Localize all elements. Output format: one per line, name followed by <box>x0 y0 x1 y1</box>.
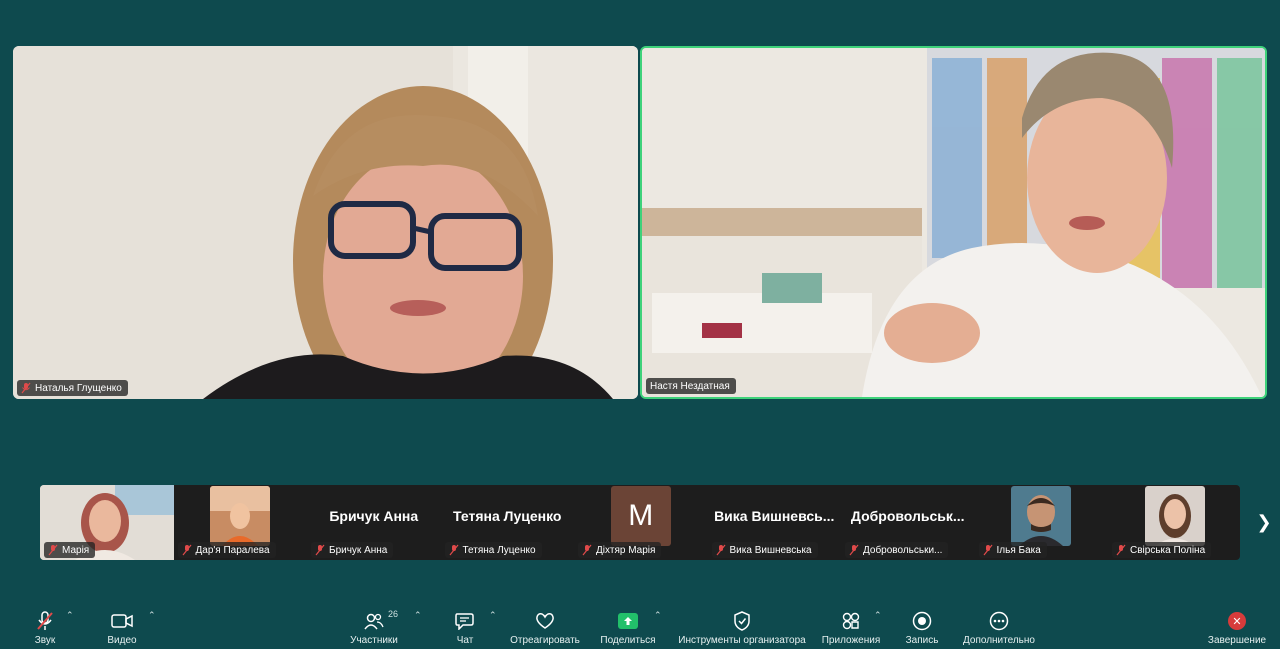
chat-options-caret-icon[interactable]: ⌃ <box>489 610 497 621</box>
participant-name-tag: Дар'я Паралева <box>177 542 276 558</box>
mic-muted-icon <box>48 544 58 556</box>
video-feed-nastya <box>642 48 1265 397</box>
record-button[interactable]: Запись <box>904 604 940 646</box>
avatar <box>1144 485 1205 546</box>
participants-icon <box>364 610 384 632</box>
chevron-right-icon: ❯ <box>1256 511 1272 532</box>
participant-name-tag: Наталья Глущенко <box>17 380 128 396</box>
mic-muted-icon <box>1116 544 1126 556</box>
participant-name-tag: Бричук Анна <box>311 542 394 558</box>
react-button[interactable]: Отреагировать <box>509 604 581 646</box>
participant-name: Ілья Бака <box>996 544 1041 556</box>
share-button[interactable]: Поделиться <box>599 604 657 646</box>
more-label: Дополнительно <box>963 635 1035 646</box>
meeting-toolbar: Звук ⌃ Видео ⌃ Участники 26 ⌃ Чат ⌃ Отре… <box>0 600 1280 649</box>
participant-name-tag: Настя Нездатная <box>646 378 736 394</box>
participants-label: Участники <box>350 635 398 646</box>
share-options-caret-icon[interactable]: ⌃ <box>654 610 662 621</box>
avatar <box>1011 485 1072 546</box>
thumbnail-baka[interactable]: Ілья Бака <box>975 485 1109 560</box>
participant-name: Бричук Анна <box>329 544 388 556</box>
record-icon <box>912 610 932 632</box>
mic-muted-icon <box>449 544 459 556</box>
record-label: Запись <box>905 635 939 646</box>
close-icon: ✕ <box>1228 610 1246 632</box>
participant-name-tag: Вика Вишневська <box>711 542 818 558</box>
participant-name: Дар'я Паралева <box>195 544 270 556</box>
thumbnail-dikhtiar[interactable]: M Діхтяр Марія <box>574 485 708 560</box>
participants-count: 26 <box>388 609 399 619</box>
participant-name-tag: Свірська Поліна <box>1112 542 1212 558</box>
participant-name: Діхтяр Марія <box>596 544 656 556</box>
participant-name-tag: Тетяна Луценко <box>444 542 542 558</box>
next-page-button[interactable]: ❯ <box>1252 510 1276 534</box>
participant-name: Вика Вишневська <box>729 544 812 556</box>
video-button[interactable]: Видео <box>104 604 140 646</box>
video-label: Видео <box>107 635 137 646</box>
participant-name-tag: Діхтяр Марія <box>578 542 662 558</box>
participants-options-caret-icon[interactable]: ⌃ <box>414 610 422 621</box>
mic-muted-icon <box>315 544 325 556</box>
participant-display-name: Добровольськ... <box>850 507 965 524</box>
end-meeting-button[interactable]: ✕ Завершение <box>1206 604 1268 646</box>
thumbnail-brychuk[interactable]: Бричук Анна Бричук Анна <box>307 485 441 560</box>
share-screen-icon <box>618 610 638 632</box>
end-label: Завершение <box>1207 635 1267 646</box>
avatar-initial: M <box>610 485 671 546</box>
thumbnail-lutsenko[interactable]: Тетяна Луценко Тетяна Луценко <box>441 485 575 560</box>
mic-muted-icon <box>36 610 54 632</box>
more-dots-icon <box>989 610 1009 632</box>
mic-muted-icon <box>21 382 31 394</box>
chat-button[interactable]: Чат <box>454 604 476 646</box>
mic-muted-icon <box>983 544 993 556</box>
participant-name: Свірська Поліна <box>1130 544 1206 556</box>
shield-icon <box>733 610 751 632</box>
host-tools-button[interactable]: Инструменты организатора <box>676 604 808 646</box>
participant-name-tag: Добровольськи... <box>845 542 949 558</box>
video-tile-nastya[interactable]: Настя Нездатная <box>640 46 1267 399</box>
participant-name: Настя Нездатная <box>650 380 730 392</box>
thumbnail-vyshnevska[interactable]: Вика Вишневсь... Вика Вишневська <box>708 485 842 560</box>
share-label: Поделиться <box>600 635 656 646</box>
host-tools-label: Инструменты организатора <box>678 635 806 646</box>
participant-display-name: Вика Вишневсь... <box>714 507 835 524</box>
participant-display-name: Бричук Анна <box>329 507 419 524</box>
thumbnail-svirska[interactable]: Свірська Поліна <box>1108 485 1240 560</box>
participant-name-tag: Ілья Бака <box>978 542 1047 558</box>
video-feed-natalya <box>13 46 638 399</box>
participant-display-name: Тетяна Луценко <box>453 507 562 524</box>
heart-icon <box>535 610 555 632</box>
react-label: Отреагировать <box>510 635 580 646</box>
chat-icon <box>455 610 475 632</box>
participant-thumbnail-strip: Марія Дар'я Паралева Бричук Анна Бричук … <box>40 485 1240 560</box>
avatar <box>210 485 271 546</box>
video-tile-natalya[interactable]: Наталья Глущенко <box>13 46 638 399</box>
apps-options-caret-icon[interactable]: ⌃ <box>874 610 882 621</box>
participant-name: Добровольськи... <box>863 544 943 556</box>
camera-icon <box>111 610 133 632</box>
mic-muted-icon <box>849 544 859 556</box>
apps-button[interactable]: Приложения <box>820 604 882 646</box>
mic-muted-icon <box>182 544 192 556</box>
thumbnail-darya[interactable]: Дар'я Паралева <box>174 485 308 560</box>
mic-muted-icon <box>716 544 726 556</box>
participant-name-tag: Марія <box>44 542 96 558</box>
audio-label: Звук <box>34 635 56 646</box>
apps-label: Приложения <box>821 635 881 646</box>
thumbnail-dobrovolska[interactable]: Добровольськ... Добровольськи... <box>841 485 975 560</box>
video-options-caret-icon[interactable]: ⌃ <box>148 610 156 621</box>
apps-icon <box>841 610 861 632</box>
audio-options-caret-icon[interactable]: ⌃ <box>66 610 74 621</box>
meeting-stage: Наталья Глущенко Настя Нездатная Марія Д… <box>0 0 1280 600</box>
mic-muted-icon <box>582 544 592 556</box>
chat-label: Чат <box>456 635 474 646</box>
more-button[interactable]: Дополнительно <box>961 604 1037 646</box>
participant-name: Наталья Глущенко <box>35 382 122 394</box>
audio-button[interactable]: Звук <box>30 604 60 646</box>
participant-name: Тетяна Луценко <box>462 544 536 556</box>
participant-name: Марія <box>62 544 90 556</box>
thumbnail-mariya[interactable]: Марія <box>40 485 174 560</box>
